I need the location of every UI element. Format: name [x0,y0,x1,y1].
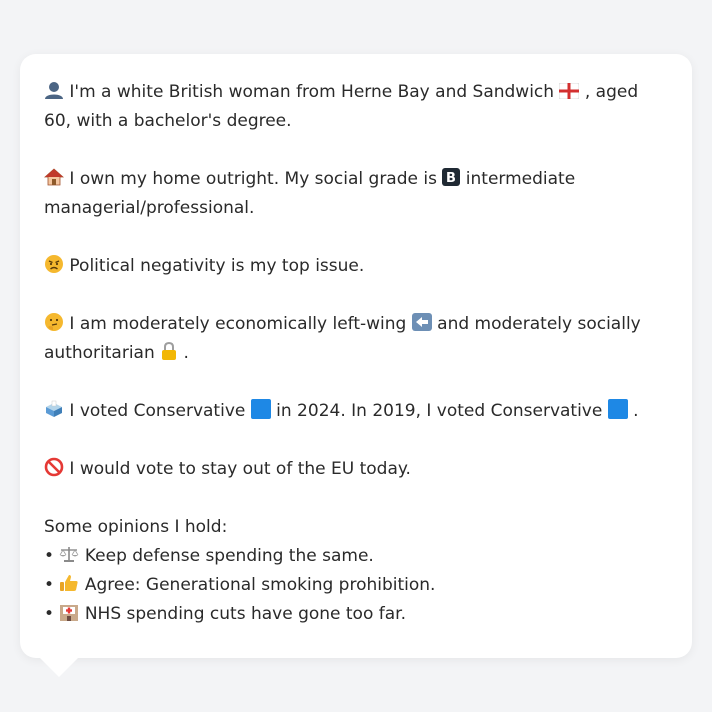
balance-scale-icon [59,546,84,566]
issue-paragraph: Political negativity is my top issue. [44,252,668,281]
bullet: • [44,575,55,595]
england-flag-icon [558,82,584,102]
thumbs-up-icon [59,575,84,595]
blue-square-icon [250,399,276,421]
left-arrow-icon [411,313,437,334]
house-icon [43,168,69,189]
thinking-face-icon [44,313,69,334]
issue-text: Political negativity is my top issue. [69,256,365,276]
bullet: • [44,604,55,624]
opinion-text: Agree: Generational smoking prohibition. [84,575,436,595]
speech-bubble-tail [39,657,79,677]
votes-text-1: I voted Conservative [69,401,246,421]
votes-text-3: . [633,401,639,421]
prohibited-icon [44,457,69,479]
list-item: • Agree: Generational smoking prohibitio… [44,571,668,600]
ballot-box-icon [44,400,69,421]
angry-face-icon [44,255,69,276]
opinion-text: NHS spending cuts have gone too far. [84,604,407,624]
eu-paragraph: I would vote to stay out of the EU today… [44,455,668,484]
hospital-icon [59,604,84,624]
votes-paragraph: I voted Conservative in 2024. In 2019, I… [44,397,668,426]
ideology-text-end: . [183,343,189,363]
identity-paragraph: I'm a white British woman from Herne Bay… [44,78,668,136]
ideology-text-start: I am moderately economically left-wing [69,314,407,334]
lock-icon [160,341,183,363]
eu-text: I would vote to stay out of the EU today… [69,459,411,479]
identity-text-start: I'm a white British woman from Herne Bay… [69,82,555,102]
list-item: • Keep defense spending the same. [44,542,668,571]
svg-text:B: B [446,171,456,186]
home-paragraph: I own my home outright. My social grade … [43,165,668,223]
home-text-start: I own my home outright. My social grade … [69,169,437,189]
bullet: • [44,546,55,566]
persona-message-card: I'm a white British woman from Herne Bay… [20,54,692,658]
blue-square-icon [607,399,633,421]
opinion-text: Keep defense spending the same. [84,546,374,566]
list-item: • NHS spending cuts have gone too far. [44,600,668,629]
letter-b-button-icon: B [442,168,465,189]
opinions-section: Some opinions I hold: • Keep defense spe… [44,513,668,629]
votes-text-2: in 2024. In 2019, I voted Conservative [276,401,603,421]
ideology-paragraph: I am moderately economically left-wing a… [44,310,668,368]
person-silhouette-icon [44,82,69,102]
opinions-heading: Some opinions I hold: [44,517,228,537]
